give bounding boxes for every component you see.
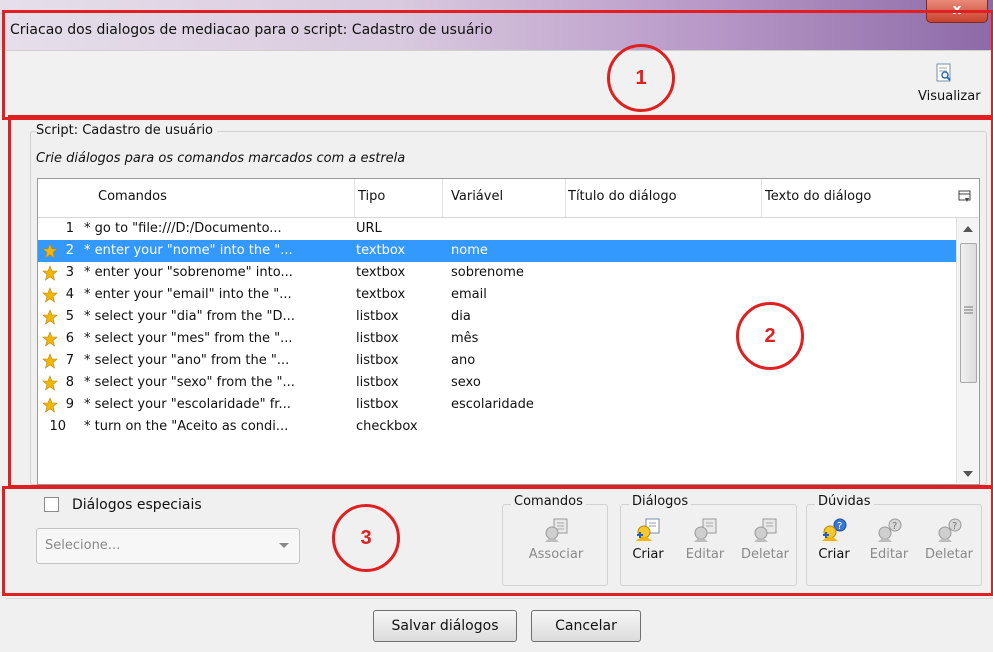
annotation-region-2 <box>8 115 993 488</box>
footer-separator <box>6 598 993 599</box>
annotation-marker-2: 2 <box>736 302 804 370</box>
save-dialogs-button[interactable]: Salvar diálogos <box>373 610 517 642</box>
annotation-region-1 <box>2 10 993 120</box>
cancel-button[interactable]: Cancelar <box>531 610 641 642</box>
annotation-marker-3: 3 <box>332 504 400 572</box>
annotation-marker-1: 1 <box>607 44 675 112</box>
annotation-region-3 <box>2 486 993 596</box>
